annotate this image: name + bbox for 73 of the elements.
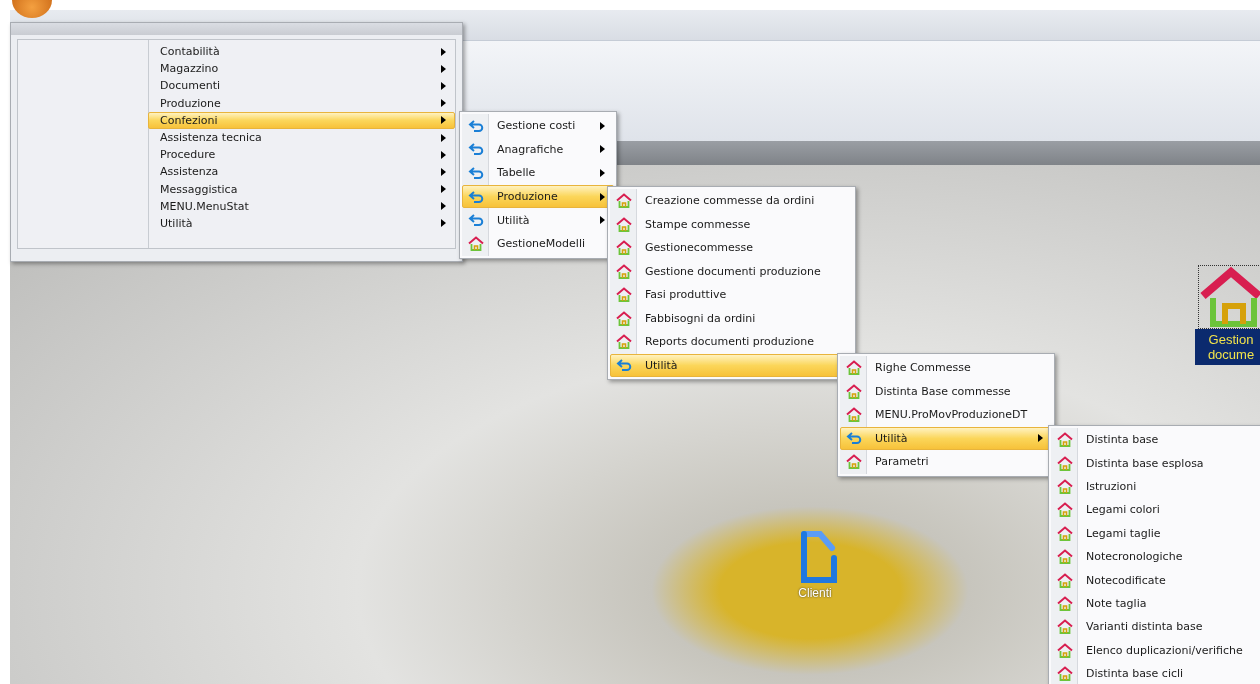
menu-item[interactable]: Parametri [840, 450, 1052, 474]
house-icon [846, 360, 862, 376]
menu-item[interactable]: Note taglia [1051, 591, 1260, 616]
menu-item[interactable]: MENU.MenuStat [148, 197, 455, 215]
menu-item[interactable]: Legami taglie [1051, 521, 1260, 545]
menu-item[interactable]: Varianti distinta base [1051, 615, 1260, 639]
menu-item[interactable]: Stampe commesse [610, 212, 853, 236]
menu-item[interactable]: Documenti [148, 77, 455, 95]
menu-item[interactable]: Assistenza [148, 163, 455, 181]
house-icon [616, 287, 632, 303]
house-icon [1057, 572, 1073, 588]
menu-item[interactable]: Utilità [148, 214, 455, 233]
house-icon[interactable] [1197, 265, 1260, 329]
house-icon [468, 236, 484, 252]
menu-item[interactable]: Produzione [462, 184, 614, 209]
menu-item[interactable]: Tabelle [462, 161, 614, 185]
menu-item[interactable]: Distinta base esplosa [1051, 451, 1260, 475]
menu-item[interactable]: Distinta base cicli [1051, 661, 1260, 684]
back-arrow-icon [468, 143, 484, 156]
house-icon [1057, 455, 1073, 471]
house-icon [616, 216, 632, 232]
house-icon [1057, 432, 1073, 448]
back-arrow-icon [616, 359, 632, 372]
house-icon [1057, 549, 1073, 565]
menu-item[interactable]: Assistenza tecnica [148, 128, 455, 147]
menu-item[interactable]: Distinta base [1051, 428, 1260, 452]
menu-item[interactable]: Produzione [148, 94, 455, 112]
house-icon [1057, 525, 1073, 541]
house-icon [616, 263, 632, 279]
house-icon [616, 334, 632, 350]
menu-item[interactable]: Istruzioni [1051, 474, 1260, 499]
house-icon [1057, 619, 1073, 635]
submenu-arrow-icon [1038, 434, 1043, 443]
house-icon [1057, 666, 1073, 682]
menu-item[interactable]: Contabilità [148, 43, 455, 61]
back-arrow-icon [468, 167, 484, 179]
menu-item[interactable]: Notecodificate [1051, 568, 1260, 592]
submenu-arrow-icon [600, 216, 605, 225]
house-icon [1057, 642, 1073, 658]
menu-item[interactable]: Anagrafiche [462, 137, 614, 162]
icon-label[interactable]: Gestion docume [1195, 329, 1260, 365]
house-icon [846, 454, 862, 470]
menu-item[interactable]: MENU.ProMovProduzioneDT [840, 403, 1052, 427]
menu-item[interactable]: Reports documenti produzione [610, 330, 853, 354]
house-icon [1057, 478, 1073, 494]
menu-item[interactable]: Elenco duplicazioni/verifiche [1051, 638, 1260, 662]
menu-item[interactable]: Confezioni [148, 111, 455, 129]
menu-item[interactable]: Legami colori [1051, 498, 1260, 522]
menu-item[interactable]: Gestione documenti produzione [610, 259, 853, 283]
house-icon [616, 310, 632, 326]
back-arrow-icon [468, 119, 484, 132]
house-icon [616, 193, 632, 209]
menu-item[interactable]: Distinta Base commesse [840, 379, 1052, 403]
house-icon [616, 240, 632, 256]
menu-item[interactable]: Notecronologiche [1051, 544, 1260, 569]
menu-item[interactable]: Messaggistica [148, 180, 455, 198]
submenu-arrow-icon [600, 121, 605, 130]
house-icon [1057, 502, 1073, 518]
menu-item[interactable]: Procedure [148, 146, 455, 164]
back-arrow-icon [468, 214, 484, 227]
back-arrow-icon [846, 432, 862, 445]
back-arrow-icon [468, 190, 484, 203]
house-icon [1057, 595, 1073, 611]
menu-item[interactable]: Fasi produttive [610, 283, 853, 307]
menu-item[interactable]: Gestionecommesse [610, 236, 853, 260]
menu-item[interactable]: Magazzino [148, 60, 455, 78]
submenu-arrow-icon [600, 145, 605, 154]
house-icon [846, 383, 862, 399]
menu-item[interactable]: Gestione costi [462, 114, 614, 138]
house-icon [846, 407, 862, 423]
submenu-arrow-icon [600, 169, 605, 177]
submenu-arrow-icon [600, 192, 605, 201]
menu-item[interactable]: Fabbisogni da ordini [610, 306, 853, 330]
